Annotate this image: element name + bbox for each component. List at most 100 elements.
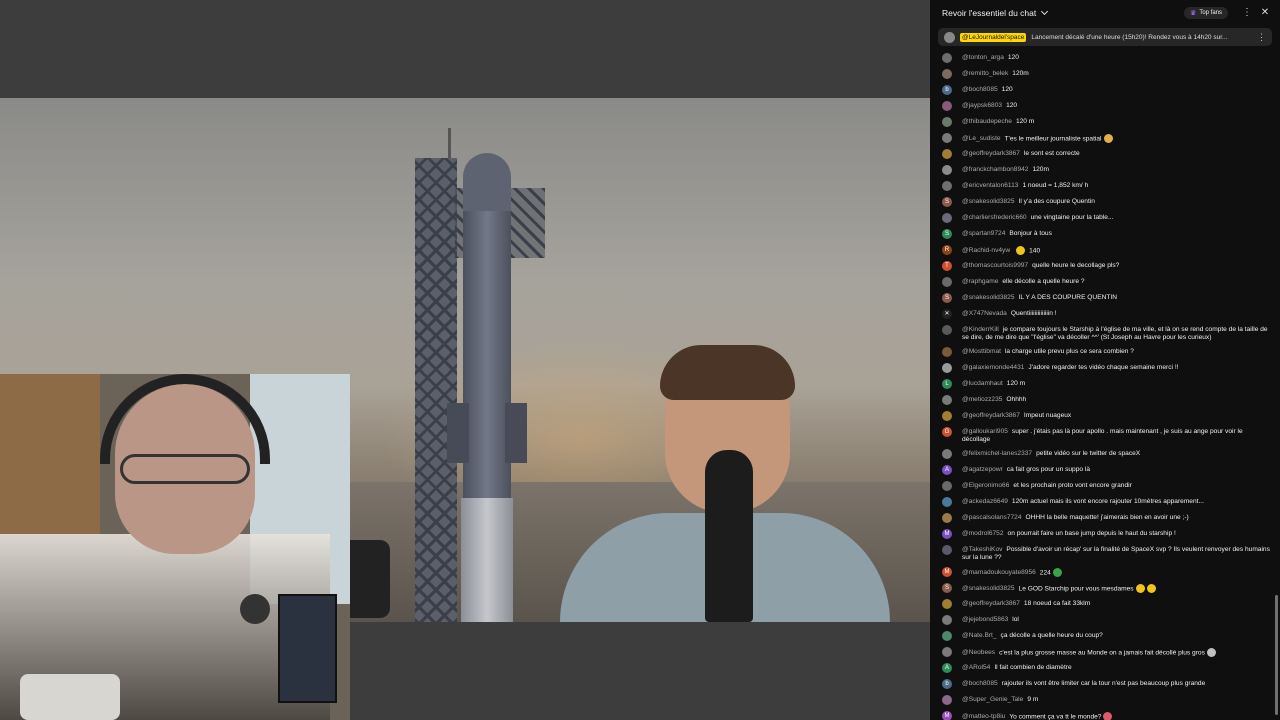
chat-message[interactable]: S @snakesolid3825 Le GOD Starchip pour vou… [930,580,1280,596]
chat-message[interactable]: @ackedaz6649 120m actuel mais ils vont en… [930,494,1280,510]
message-author[interactable]: @modrol6752 [962,530,1004,537]
message-author[interactable]: @geoffreydark3867 [962,600,1020,607]
chat-message[interactable]: b @boch8085 rajouter ils vont être limiter… [930,676,1280,692]
avatar[interactable] [942,449,952,459]
message-author[interactable]: @boch8085 [962,680,998,687]
message-author[interactable]: @agatzepowr [962,466,1003,473]
avatar[interactable]: M [942,711,952,720]
avatar[interactable] [942,165,952,175]
chat-message[interactable]: @Nate.Brt_ ça décolle a quelle heure du c… [930,628,1280,644]
chat-message[interactable]: @geoffreydark3867 18 noeud ca fait 33klm [930,596,1280,612]
message-author[interactable]: @snakesolid3825 [962,585,1015,592]
message-author[interactable]: @thomascourtois9997 [962,262,1028,269]
message-author[interactable]: @ackedaz6649 [962,498,1008,505]
chat-message[interactable]: @Super_Genie_Tale 9 m [930,692,1280,708]
message-author[interactable]: @ericventalon6113 [962,182,1018,189]
avatar[interactable] [942,631,952,641]
message-author[interactable]: @ARol54 [962,664,990,671]
avatar[interactable] [942,647,952,657]
avatar[interactable] [942,481,952,491]
chat-message[interactable]: @ericventalon6113 1 noeud = 1,852 km/ h [930,178,1280,194]
message-author[interactable]: @TakeshiKov [962,546,1002,553]
chat-message[interactable]: @charliersfrederic660 une vingtaine pour … [930,210,1280,226]
avatar[interactable] [942,277,952,287]
chat-message[interactable]: @felixmichel-lanes2337 petite vidéo sur l… [930,446,1280,462]
avatar[interactable] [942,149,952,159]
avatar[interactable]: S [942,229,952,239]
chat-message[interactable]: @pascalsolans7724 OHHH la belle maquette!… [930,510,1280,526]
avatar[interactable] [942,181,952,191]
close-icon[interactable]: ✕ [1258,7,1272,18]
message-author[interactable]: @Le_sudiste [962,135,1001,142]
avatar[interactable]: L [942,379,952,389]
message-author[interactable]: @geoffreydark3867 [962,150,1020,157]
avatar[interactable] [942,213,952,223]
avatar[interactable] [942,599,952,609]
chat-message[interactable]: @metiozz235 Ohhhh [930,392,1280,408]
chat-message[interactable]: T @thomascourtois9997 quelle heure le deco… [930,258,1280,274]
top-fans-button[interactable]: ♛ Top fans [1184,6,1228,19]
message-author[interactable]: @charliersfrederic660 [962,214,1027,221]
chat-message[interactable]: G @galloukari905 super . j'étais pas là po… [930,424,1280,446]
message-author[interactable]: @Elgeronimo66 [962,482,1009,489]
message-author[interactable]: @tonton_arga [962,54,1004,61]
chat-message[interactable]: M @mamadoukouyate8956 224 [930,564,1280,580]
message-author[interactable]: @KinderrKill [962,326,999,333]
message-author[interactable]: @geoffreydark3867 [962,412,1020,419]
chat-message[interactable]: @thibaudepeche 120 m [930,114,1280,130]
message-author[interactable]: @galloukari905 [962,428,1008,435]
avatar[interactable]: b [942,679,952,689]
pinned-menu-icon[interactable]: ⋮ [1257,32,1266,43]
message-author[interactable]: @raphgame [962,278,998,285]
message-author[interactable]: @Nate.Brt_ [962,632,997,639]
avatar[interactable] [942,395,952,405]
message-author[interactable]: @lucdamhaut [962,380,1003,387]
chat-message[interactable]: @TakeshiKov Possible d'avoir un récap' su… [930,542,1280,564]
avatar[interactable]: b [942,85,952,95]
chat-mode-dropdown[interactable]: Revoir l'essentiel du chat [942,7,1184,18]
chat-message[interactable]: M @matteo-tp8iu Yo comment ça va tt le mon… [930,708,1280,720]
avatar[interactable] [942,411,952,421]
avatar[interactable] [942,497,952,507]
message-author[interactable]: @snakesolid3825 [962,198,1015,205]
avatar[interactable]: ✕ [942,309,952,319]
message-author[interactable]: @felixmichel-lanes2337 [962,450,1032,457]
chat-message[interactable]: b @boch8085 120 [930,82,1280,98]
message-author[interactable]: @metiozz235 [962,396,1002,403]
avatar[interactable] [942,695,952,705]
chat-message[interactable]: A @ARol54 Il fait combien de diamètre [930,660,1280,676]
avatar[interactable] [942,53,952,63]
avatar[interactable] [942,615,952,625]
avatar[interactable] [942,347,952,357]
video-player[interactable] [0,0,930,720]
chat-message[interactable]: ✕ @X747Nevada Quentiiiiiiiiiiiiiin ! [930,306,1280,322]
chat-message[interactable]: R @Rachid-nv4yw 140 [930,242,1280,258]
chat-message[interactable]: A @agatzepowr ca fait gros pour un suppo l… [930,462,1280,478]
avatar[interactable] [942,101,952,111]
chat-message[interactable]: @Neobees c'est la plus grosse masse au Mo… [930,644,1280,660]
message-author[interactable]: @franckchambon8942 [962,166,1028,173]
message-author[interactable]: @Mosttibmat [962,348,1001,355]
message-author[interactable]: @snakesolid3825 [962,294,1015,301]
avatar[interactable] [942,513,952,523]
avatar[interactable]: A [942,663,952,673]
avatar[interactable] [942,325,952,335]
avatar[interactable]: S [942,293,952,303]
chat-message[interactable]: M @modrol6752 on pourrait faire un base ju… [930,526,1280,542]
message-author[interactable]: @remitto_belek [962,70,1008,77]
more-options-icon[interactable]: ⋮ [1240,7,1254,18]
message-author[interactable]: @Super_Genie_Tale [962,696,1023,703]
message-author[interactable]: @Neobees [962,649,995,656]
chat-message[interactable]: @galaxiemonde4431 J'adore regarder tes vi… [930,360,1280,376]
chat-message[interactable]: @tonton_arga 120 [930,50,1280,66]
chat-message[interactable]: @jaypsk6803 120 [930,98,1280,114]
chat-message[interactable]: @franckchambon8942 120m [930,162,1280,178]
avatar[interactable]: R [942,245,952,255]
avatar[interactable]: G [942,427,952,437]
avatar[interactable]: S [942,197,952,207]
chat-message[interactable]: @raphgame elle décolle a quelle heure ? [930,274,1280,290]
chat-message[interactable]: @KinderrKill je compare toujours le Stars… [930,322,1280,344]
side-panel-tab[interactable] [350,540,390,618]
message-author[interactable]: @jaypsk6803 [962,102,1002,109]
message-author[interactable]: @galaxiemonde4431 [962,364,1024,371]
